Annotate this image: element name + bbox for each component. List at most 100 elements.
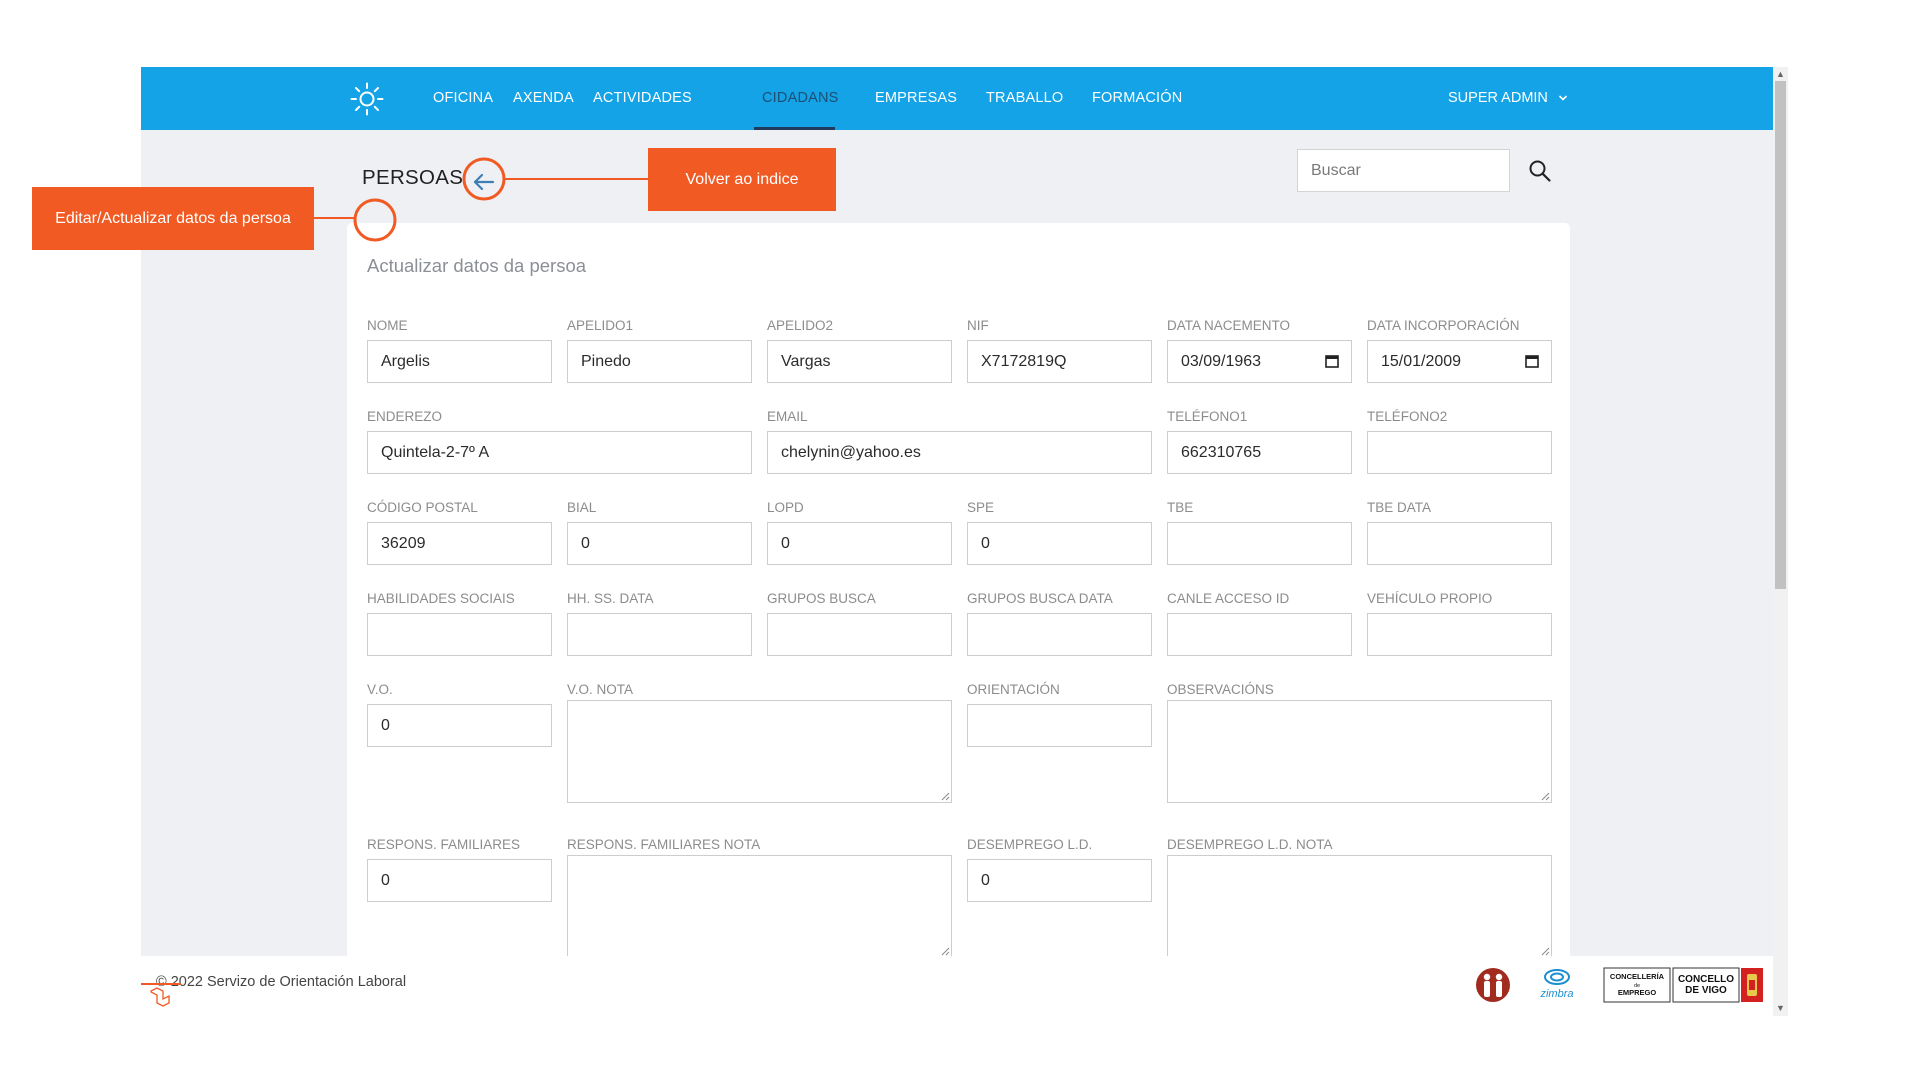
label-orientacion: ORIENTACIÓN bbox=[967, 682, 1060, 697]
enderezo-field[interactable]: Quintela-2-7º A bbox=[367, 431, 752, 474]
nav-item-oficina[interactable]: OFICINA bbox=[433, 67, 493, 130]
search-input[interactable] bbox=[1297, 149, 1510, 192]
label-data-incorporacion: DATA INCORPORACIÓN bbox=[1367, 318, 1520, 333]
data-nacemento-field[interactable]: 03/09/1963 bbox=[1167, 340, 1352, 383]
scroll-down-icon[interactable]: ▼ bbox=[1776, 1003, 1785, 1013]
label-nome: NOME bbox=[367, 318, 408, 333]
active-tab-indicator bbox=[754, 127, 835, 130]
spe-field[interactable]: 0 bbox=[967, 522, 1152, 565]
association-logo-icon bbox=[1476, 968, 1510, 1002]
zimbra-text: zimbra bbox=[1539, 988, 1573, 1000]
footer: © 2022 Servizo de Orientación Laboral zi… bbox=[141, 956, 1774, 1016]
label-data-nacemento: DATA NACEMENTO bbox=[1167, 318, 1291, 333]
respons-familiares-nota-textarea[interactable] bbox=[567, 855, 952, 958]
laravel-icon bbox=[141, 983, 181, 1007]
label-vo-nota: V.O. NOTA bbox=[567, 682, 634, 697]
resize-grip-icon[interactable] bbox=[941, 792, 950, 801]
label-telefono2: TELÉFONO2 bbox=[1367, 409, 1448, 424]
arrow-left-circle-icon[interactable] bbox=[467, 165, 501, 199]
telefono1-field[interactable]: 662310765 bbox=[1167, 431, 1352, 474]
nav-item-axenda[interactable]: AXENDA bbox=[513, 67, 574, 130]
tbe-data-field[interactable] bbox=[1367, 522, 1552, 565]
sun-icon[interactable] bbox=[350, 82, 384, 116]
edit-person-card: Actualizar datos da persoa NOME Argelis … bbox=[347, 223, 1570, 1016]
resize-grip-icon[interactable] bbox=[941, 947, 950, 956]
vo-field[interactable]: 0 bbox=[367, 704, 552, 747]
label-apelido2: APELIDO2 bbox=[767, 318, 834, 333]
desemprego-ld-nota-textarea[interactable] bbox=[1167, 855, 1552, 958]
data-incorporacion-field[interactable]: 15/01/2009 bbox=[1367, 340, 1552, 383]
label-habilidades-sociais: HABILIDADES SOCIAIS bbox=[367, 591, 515, 606]
data-incorporacion-value: 15/01/2009 bbox=[1381, 353, 1462, 370]
scrollbar-thumb[interactable] bbox=[1775, 81, 1786, 589]
vo-nota-textarea[interactable] bbox=[567, 700, 952, 803]
telefono2-field[interactable] bbox=[1367, 431, 1552, 474]
orientacion-field[interactable] bbox=[967, 704, 1152, 747]
grupos-busca-data-field[interactable] bbox=[967, 613, 1152, 656]
observacions-textarea[interactable] bbox=[1167, 700, 1552, 803]
calendar-icon[interactable] bbox=[1325, 354, 1339, 368]
label-tbe-data: TBE DATA bbox=[1367, 500, 1432, 515]
search-icon[interactable] bbox=[1528, 159, 1552, 183]
footer-copyright: © 2022 Servizo de Orientación Laboral bbox=[156, 974, 407, 990]
canle-acceso-id-field[interactable] bbox=[1167, 613, 1352, 656]
label-bial: BIAL bbox=[567, 500, 597, 515]
nav-item-formacion[interactable]: FORMACIÓN bbox=[1092, 67, 1182, 130]
codigo-postal-field[interactable]: 36209 bbox=[367, 522, 552, 565]
email-field[interactable]: chelynin@yahoo.es bbox=[767, 431, 1152, 474]
label-codigo-postal: CÓDIGO POSTAL bbox=[367, 500, 478, 515]
resize-grip-icon[interactable] bbox=[1541, 792, 1550, 801]
tbe-field[interactable] bbox=[1167, 522, 1352, 565]
concelleria-logo: CONCELLERÍA de EMPREGO bbox=[1603, 967, 1671, 1003]
concelleria-line3: EMPREGO bbox=[1618, 988, 1657, 997]
concello-line2: DE VIGO bbox=[1685, 985, 1727, 996]
lopd-field[interactable]: 0 bbox=[767, 522, 952, 565]
label-respons-familiares: RESPONS. FAMILIARES bbox=[367, 837, 521, 852]
bial-field[interactable]: 0 bbox=[567, 522, 752, 565]
desemprego-ld-field[interactable]: 0 bbox=[967, 859, 1152, 902]
nif-field[interactable]: X7172819Q bbox=[967, 340, 1152, 383]
callout-edit-person: Editar/Actualizar datos da persoa bbox=[32, 187, 314, 250]
concello-line1: CONCELLO bbox=[1678, 974, 1734, 985]
label-lopd: LOPD bbox=[767, 500, 804, 515]
vertical-scrollbar[interactable]: ▲ ▼ bbox=[1773, 67, 1788, 1016]
label-vo: V.O. bbox=[367, 682, 393, 697]
callout-back-to-index: Volver ao indice bbox=[648, 148, 836, 211]
vehiculo-propio-field[interactable] bbox=[1367, 613, 1552, 656]
concello-vigo-logo: CONCELLO DE VIGO bbox=[1672, 967, 1763, 1003]
nav-item-actividades[interactable]: ACTIVIDADES bbox=[593, 67, 692, 130]
page-title: PERSOAS bbox=[362, 166, 464, 189]
label-respons-familiares-nota: RESPONS. FAMILIARES NOTA bbox=[567, 837, 761, 852]
zimbra-logo-icon: zimbra bbox=[1539, 969, 1574, 1000]
label-tbe: TBE bbox=[1167, 500, 1194, 515]
nav-item-empresas[interactable]: EMPRESAS bbox=[875, 67, 957, 130]
label-spe: SPE bbox=[967, 500, 995, 515]
hh-ss-data-field[interactable] bbox=[567, 613, 752, 656]
user-menu[interactable]: SUPER ADMIN bbox=[1448, 67, 1568, 130]
label-telefono1: TELÉFONO1 bbox=[1167, 409, 1248, 424]
label-desemprego-ld: DESEMPREGO L.D. bbox=[967, 837, 1093, 852]
nav-item-traballo[interactable]: TRABALLO bbox=[986, 67, 1063, 130]
label-email: EMAIL bbox=[767, 409, 808, 424]
label-canle-acceso-id: CANLE ACCESO ID bbox=[1167, 591, 1290, 606]
app-window: OFICINA AXENDA ACTIVIDADES CIDADANS EMPR… bbox=[141, 67, 1774, 1016]
nav-item-cidadans[interactable]: CIDADANS bbox=[762, 67, 839, 130]
label-grupos-busca: GRUPOS BUSCA bbox=[767, 591, 876, 606]
apelido2-field[interactable]: Vargas bbox=[767, 340, 952, 383]
respons-familiares-field[interactable]: 0 bbox=[367, 859, 552, 902]
habilidades-sociais-field[interactable] bbox=[367, 613, 552, 656]
chevron-down-icon bbox=[1558, 95, 1568, 101]
label-desemprego-ld-nota: DESEMPREGO L.D. NOTA bbox=[1167, 837, 1333, 852]
concelleria-line1: CONCELLERÍA bbox=[1610, 972, 1665, 981]
calendar-icon[interactable] bbox=[1525, 354, 1539, 368]
nome-field[interactable]: Argelis bbox=[367, 340, 552, 383]
grupos-busca-field[interactable] bbox=[767, 613, 952, 656]
top-navbar: OFICINA AXENDA ACTIVIDADES CIDADANS EMPR… bbox=[141, 67, 1774, 130]
scroll-up-icon[interactable]: ▲ bbox=[1776, 69, 1785, 79]
apelido1-field[interactable]: Pinedo bbox=[567, 340, 752, 383]
label-hh-ss-data: HH. SS. DATA bbox=[567, 591, 654, 606]
data-nacemento-value: 03/09/1963 bbox=[1181, 353, 1262, 370]
resize-grip-icon[interactable] bbox=[1541, 947, 1550, 956]
form-title: Actualizar datos da persoa bbox=[367, 255, 587, 276]
label-apelido1: APELIDO1 bbox=[567, 318, 634, 333]
